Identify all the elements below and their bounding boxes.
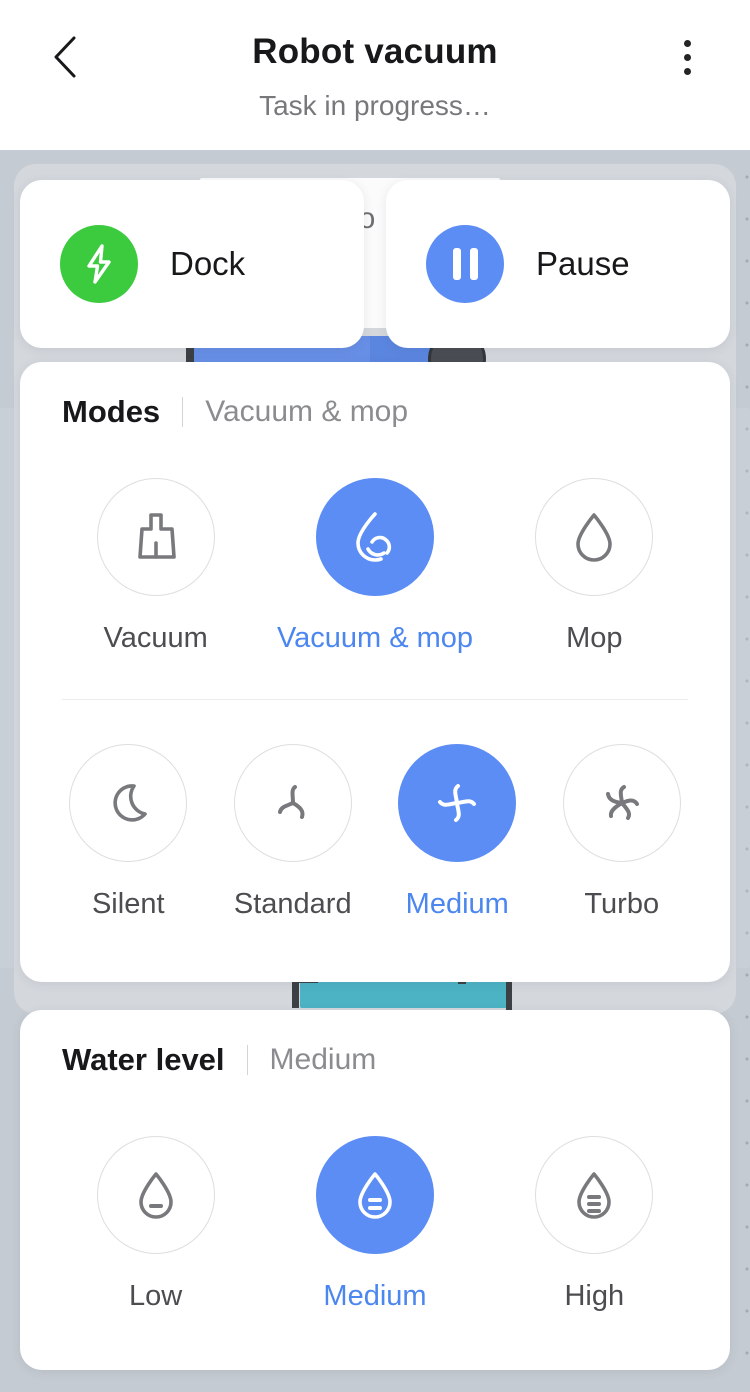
overflow-menu-button[interactable] <box>656 26 718 88</box>
water-icon-wrap <box>96 1136 215 1254</box>
mode-option-vacuum[interactable]: Vacuum <box>81 478 231 655</box>
droplet-swirl-icon <box>356 512 392 562</box>
pause-label: Pause <box>536 245 630 282</box>
water-label-low: Low <box>129 1280 183 1312</box>
droplet-outline-icon <box>576 513 613 562</box>
water-icon-wrap <box>535 1136 654 1254</box>
modes-header: Modes Vacuum & mop <box>20 362 730 430</box>
modes-card: Modes Vacuum & mop Vacuum Vacuum & mop M… <box>20 362 730 982</box>
water-label-high: High <box>564 1280 625 1312</box>
broom-icon <box>137 513 176 559</box>
pause-icon <box>452 248 478 280</box>
suction-label-turbo: Turbo <box>584 888 660 920</box>
suction-label-medium: Medium <box>405 888 509 920</box>
dock-button[interactable]: Dock <box>20 180 364 348</box>
droplet-level-medium-icon <box>358 1172 392 1219</box>
suction-option-medium[interactable]: Medium <box>382 744 532 921</box>
pause-button[interactable]: Pause <box>386 180 730 348</box>
status-subtitle: Task in progress… <box>259 90 491 121</box>
pause-icon-circle <box>426 225 504 303</box>
droplet-level-low-icon <box>138 1172 173 1219</box>
modes-options: Vacuum Vacuum & mop Mop <box>20 478 730 655</box>
lightning-bolt-icon <box>87 244 111 284</box>
suction-icon-wrap <box>233 744 352 862</box>
suction-option-standard[interactable]: Standard <box>218 744 368 921</box>
fan-5-blade-icon <box>605 785 639 820</box>
suction-label-standard: Standard <box>233 888 352 920</box>
modes-current-value: Vacuum & mop <box>205 395 409 428</box>
section-divider <box>62 699 688 700</box>
water-option-low[interactable]: Low <box>81 1136 231 1313</box>
mode-option-vacuum-mop[interactable]: Vacuum & mop <box>277 478 473 655</box>
app-header: Robot vacuum Task in progress… <box>0 0 750 150</box>
droplet-level-high-icon <box>577 1172 612 1219</box>
mode-icon-wrap <box>96 478 215 596</box>
map-wall <box>292 982 299 1008</box>
suction-label-silent: Silent <box>91 888 165 920</box>
water-option-high[interactable]: High <box>519 1136 669 1313</box>
water-level-current-value: Medium <box>269 1043 377 1076</box>
water-level-options: Low Medium High <box>20 1136 730 1313</box>
map-room-teal <box>300 982 510 1008</box>
suction-icon-wrap <box>69 744 188 862</box>
water-icon-wrap <box>315 1136 434 1254</box>
fan-4-blade-icon <box>438 784 477 822</box>
mode-label-mop: Mop <box>566 622 623 654</box>
divider <box>182 397 184 427</box>
overflow-menu-icon <box>683 53 691 61</box>
page-title: Robot vacuum <box>252 32 498 71</box>
mode-icon-wrap <box>315 478 434 596</box>
suction-icon-wrap <box>562 744 681 862</box>
dock-icon-circle <box>60 225 138 303</box>
water-option-medium[interactable]: Medium <box>300 1136 450 1313</box>
modes-title: Modes <box>62 394 161 429</box>
divider <box>246 1045 248 1075</box>
overflow-menu-icon <box>683 67 691 75</box>
suction-options: Silent Standard Medium Turbo <box>20 744 730 921</box>
mode-option-mop[interactable]: Mop <box>519 478 669 655</box>
suction-icon-wrap <box>398 744 517 862</box>
moon-icon <box>113 784 148 822</box>
fan-3-blade-icon <box>277 785 305 819</box>
overflow-menu-icon <box>683 39 691 47</box>
water-level-card: Water level Medium Low Medium High <box>20 1010 730 1370</box>
mode-label-vacuum-mop: Vacuum & mop <box>276 622 474 654</box>
suction-option-silent[interactable]: Silent <box>53 744 203 921</box>
mode-icon-wrap <box>535 478 654 596</box>
mode-label-vacuum: Vacuum <box>103 622 208 654</box>
water-label-medium: Medium <box>323 1280 427 1312</box>
suction-option-turbo[interactable]: Turbo <box>547 744 697 921</box>
dock-label: Dock <box>170 245 246 282</box>
water-level-header: Water level Medium <box>20 1010 730 1078</box>
water-level-title: Water level <box>62 1042 225 1077</box>
